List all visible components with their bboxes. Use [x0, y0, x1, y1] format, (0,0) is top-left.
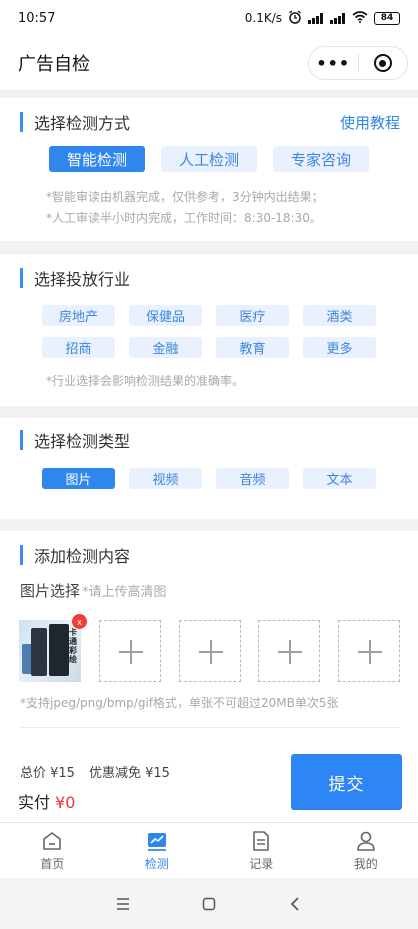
tab-label: 我的	[353, 856, 378, 871]
page-title: 广告自检	[18, 54, 90, 75]
content-title: 添加检测内容	[20, 544, 130, 566]
type-option-audio[interactable]: 音频	[216, 468, 289, 489]
chart-icon	[147, 832, 166, 851]
document-icon	[253, 830, 270, 851]
signal-icon	[330, 12, 346, 24]
price-summary: 总价 ¥15 优惠减免 ¥15	[20, 762, 170, 781]
add-image-slot[interactable]	[179, 620, 241, 682]
mini-program-capsule: •••	[308, 46, 408, 80]
industry-note: *行业选择会影响检测结果的准确率。	[46, 374, 245, 388]
method-section: 选择检测方式 使用教程 智能检测 人工检测 专家咨询 *智能审读由机器完成，仅供…	[0, 98, 418, 241]
tab-home[interactable]: 首页	[0, 823, 105, 878]
back-nav-button[interactable]	[280, 889, 310, 919]
status-indicators: 0.1K/s 84	[244, 9, 400, 27]
tab-label: 首页	[40, 856, 65, 871]
industry-section: 选择投放行业 房地产 保健品 医疗 酒类 招商 金融 教育 更多 *行业选择会影…	[0, 254, 418, 406]
square-icon	[202, 897, 216, 910]
add-image-slot[interactable]	[338, 620, 400, 682]
industry-title: 选择投放行业	[20, 267, 130, 289]
divider	[20, 727, 400, 728]
industry-option[interactable]: 医疗	[216, 305, 289, 326]
target-icon	[373, 54, 392, 72]
content-section: 添加检测内容 图片选择 *请上传高清图 卡通彩绘 x *支持jpeg/png/bm…	[0, 531, 418, 822]
type-option-image[interactable]: 图片	[42, 468, 115, 489]
back-icon	[290, 896, 299, 911]
add-image-slot[interactable]	[99, 620, 161, 682]
industry-option[interactable]: 教育	[216, 337, 289, 358]
status-bar: 10:57 0.1K/s 84	[0, 0, 418, 36]
tab-records[interactable]: 记录	[209, 823, 314, 878]
industry-option-more[interactable]: 更多	[303, 337, 376, 358]
type-option-video[interactable]: 视频	[129, 468, 202, 489]
network-speed: 0.1K/s	[244, 11, 282, 25]
paid-value: ¥0	[55, 793, 76, 812]
thumbnail-caption: 卡通彩绘	[69, 628, 77, 664]
industry-option[interactable]: 招商	[42, 337, 115, 358]
thumbnail-product	[49, 624, 69, 676]
paid-amount: 实付 ¥0	[18, 789, 75, 813]
tutorial-link[interactable]: 使用教程	[340, 112, 400, 133]
delete-image-button[interactable]: x	[72, 614, 87, 629]
image-select-text: 图片选择	[20, 582, 81, 600]
industry-option[interactable]: 房地产	[42, 305, 115, 326]
wifi-icon	[352, 10, 368, 26]
more-button[interactable]: •••	[309, 47, 358, 79]
menu-button[interactable]	[108, 889, 138, 919]
total-price: 总价 ¥15	[20, 766, 75, 781]
paid-label: 实付	[18, 793, 56, 812]
battery-icon: 84	[374, 11, 400, 25]
more-dots-icon: •••	[316, 53, 351, 73]
tab-label: 检测	[144, 856, 169, 871]
thumbnail-product	[31, 628, 47, 676]
type-option-text[interactable]: 文本	[303, 468, 376, 489]
home-nav-button[interactable]	[194, 889, 224, 919]
method-option-smart[interactable]: 智能检测	[49, 146, 145, 172]
thumbnail-background: 卡通彩绘	[19, 620, 81, 682]
method-option-expert[interactable]: 专家咨询	[273, 146, 369, 172]
signal-icon	[308, 12, 324, 24]
alarm-icon	[288, 9, 302, 27]
uploaded-image-thumbnail[interactable]: 卡通彩绘	[19, 620, 81, 682]
method-note-1: *智能审读由机器完成，仅供参考，3分钟内出结果；	[46, 190, 324, 204]
industry-option[interactable]: 金融	[129, 337, 202, 358]
tab-mine[interactable]: 我的	[314, 823, 418, 878]
type-section: 选择检测类型 图片 视频 音频 文本	[0, 418, 418, 519]
submit-button[interactable]: 提交	[291, 754, 402, 810]
image-select-hint: *请上传高清图	[82, 585, 167, 600]
method-option-manual[interactable]: 人工检测	[161, 146, 257, 172]
close-button[interactable]	[359, 47, 408, 79]
industry-option[interactable]: 保健品	[129, 305, 202, 326]
menu-icon	[117, 897, 129, 910]
tab-detect[interactable]: 检测	[105, 823, 210, 878]
discount-amount: 优惠减免 ¥15	[88, 766, 170, 781]
industry-option[interactable]: 酒类	[303, 305, 376, 326]
method-title: 选择检测方式	[20, 111, 130, 133]
image-select-label: 图片选择 *请上传高清图	[20, 580, 167, 601]
home-icon	[43, 831, 62, 850]
system-nav-bar	[0, 878, 418, 929]
format-note: *支持jpeg/png/bmp/gif格式，单张不可超过20MB单次5张	[20, 696, 339, 710]
status-time: 10:57	[18, 10, 56, 26]
type-title: 选择检测类型	[20, 429, 130, 451]
user-icon	[356, 831, 375, 851]
bottom-tab-bar: 首页 检测 记录 我的	[0, 822, 418, 878]
add-image-slot[interactable]	[258, 620, 320, 682]
app-header: 广告自检 •••	[0, 36, 418, 90]
method-note-2: *人工审读半小时内完成，工作时间：8:30-18:30。	[46, 211, 322, 225]
tab-label: 记录	[249, 856, 274, 871]
